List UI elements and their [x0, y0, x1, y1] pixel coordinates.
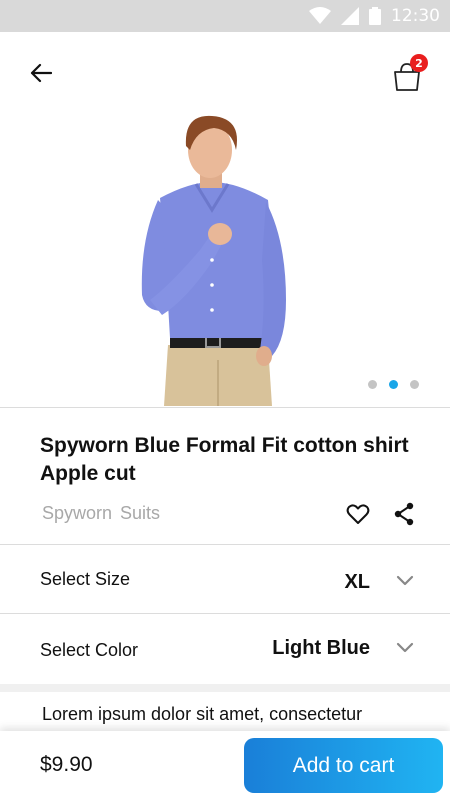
back-button[interactable] [26, 58, 56, 88]
product-description: Lorem ipsum dolor sit amet, consectetur [42, 704, 363, 724]
product-price: $9.90 [40, 753, 93, 776]
favorite-button[interactable] [346, 502, 372, 528]
select-color-row[interactable]: Select Color Light Blue [0, 614, 450, 682]
carousel-dot-active[interactable] [389, 380, 398, 389]
status-time: 12:30 [391, 6, 440, 26]
selected-color-value: Light Blue [272, 637, 370, 659]
share-icon [394, 502, 414, 526]
share-button[interactable] [393, 502, 417, 528]
section-separator [0, 684, 450, 692]
battery-icon [369, 7, 381, 25]
brand-name: Spyworn [42, 503, 113, 523]
status-bar: 12:30 [0, 0, 450, 32]
product-photo [141, 115, 286, 406]
heart-icon [346, 504, 370, 524]
select-size-label: Select Size [40, 569, 131, 589]
product-image[interactable] [0, 110, 450, 406]
cart-button[interactable]: 2 [390, 54, 428, 92]
cart-count-badge: 2 [410, 54, 428, 72]
chevron-down-icon [396, 575, 414, 586]
image-carousel-dots [368, 380, 419, 389]
carousel-dot[interactable] [410, 380, 419, 389]
chevron-down-icon [396, 642, 414, 653]
top-nav: 2 [0, 32, 450, 118]
selected-size-value: XL [344, 571, 370, 593]
product-title: Spyworn Blue Formal Fit cotton shirt App… [40, 434, 409, 485]
bottom-bar: $9.90 Add to cart [0, 731, 450, 800]
select-color-label: Select Color [40, 640, 139, 660]
signal-icon [341, 7, 359, 25]
add-to-cart-button[interactable]: Add to cart [244, 738, 443, 793]
product-brand: Spyworn Suits [42, 503, 160, 524]
brand-category: Suits [120, 503, 161, 523]
wifi-icon [309, 7, 331, 24]
divider [0, 407, 450, 408]
select-size-row[interactable]: Select Size XL [0, 545, 450, 613]
carousel-dot[interactable] [368, 380, 377, 389]
arrow-left-icon [30, 63, 52, 83]
